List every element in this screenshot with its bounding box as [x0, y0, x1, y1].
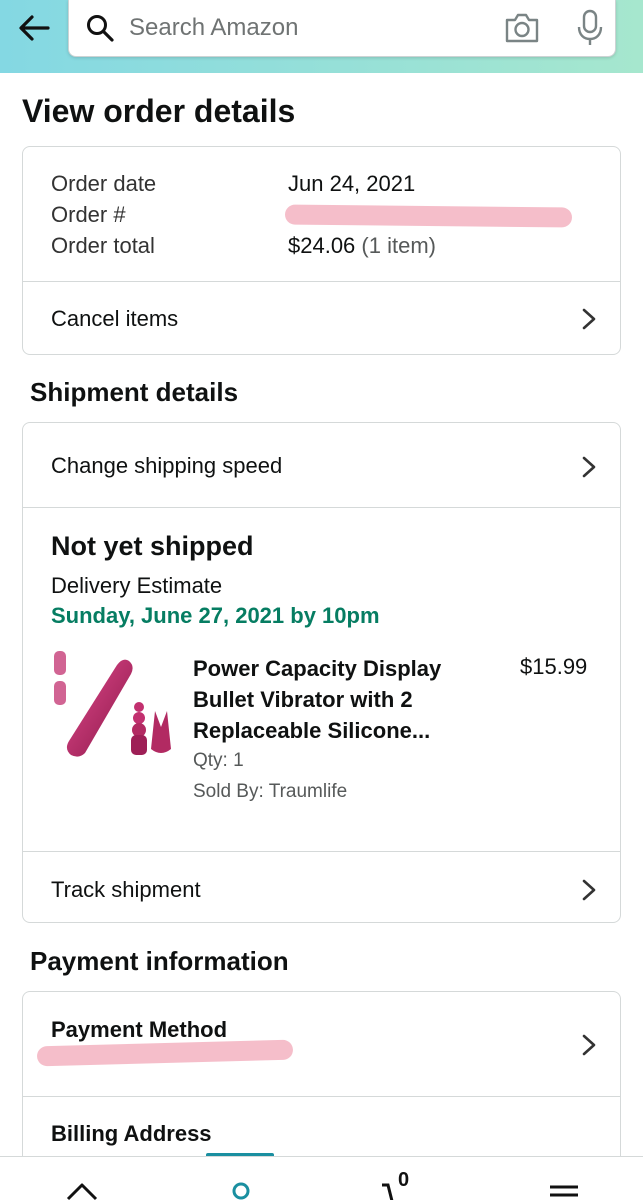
- cancel-items-label: Cancel items: [51, 306, 179, 331]
- shipment-card: Change shipping speed Not yet shipped De…: [22, 422, 621, 923]
- product-quantity: Qty: 1: [193, 750, 244, 771]
- back-arrow-icon: [19, 15, 50, 41]
- redaction-mark: [284, 204, 573, 228]
- top-bar: [0, 0, 643, 73]
- divider: [23, 507, 620, 508]
- payment-method-label: Payment Method: [51, 1017, 228, 1042]
- home-icon[interactable]: [64, 1179, 100, 1200]
- order-item-count: (1 item): [361, 233, 436, 258]
- search-input[interactable]: [129, 11, 489, 45]
- shipment-section-title: Shipment details: [30, 377, 239, 407]
- microphone-icon[interactable]: [574, 9, 606, 47]
- track-shipment-label: Track shipment: [51, 877, 201, 902]
- payment-card: Payment Method Billing Address: [22, 991, 621, 1171]
- camera-icon[interactable]: [503, 11, 541, 45]
- order-date-value: Jun 24, 2021: [288, 171, 416, 196]
- search-icon: [87, 15, 114, 42]
- payment-method-link[interactable]: Payment Method: [23, 992, 620, 1096]
- back-button[interactable]: [14, 8, 54, 48]
- order-summary-card: Order date Jun 24, 2021 Order # Order to…: [22, 146, 621, 355]
- product-price: $15.99: [520, 654, 588, 679]
- order-date-label: Order date: [51, 171, 157, 196]
- search-box[interactable]: [68, 0, 616, 57]
- order-total-label: Order total: [51, 233, 155, 258]
- chevron-right-icon: [582, 308, 596, 330]
- change-shipping-speed-link[interactable]: Change shipping speed: [23, 423, 620, 495]
- account-icon[interactable]: [226, 1179, 256, 1200]
- change-shipping-speed-label: Change shipping speed: [51, 453, 283, 478]
- delivery-estimate-date: Sunday, June 27, 2021 by 10pm: [51, 603, 380, 628]
- chevron-right-icon: [582, 1034, 596, 1056]
- cancel-items-link[interactable]: Cancel items: [23, 282, 620, 354]
- bottom-nav: 0: [0, 1156, 643, 1200]
- product-seller: Sold By: Traumlife: [193, 781, 348, 802]
- billing-address-label: Billing Address: [51, 1121, 212, 1146]
- cart-icon[interactable]: 0: [380, 1169, 430, 1200]
- chevron-right-icon: [582, 456, 596, 478]
- redaction-mark: [36, 1039, 294, 1067]
- track-shipment-link[interactable]: Track shipment: [23, 852, 620, 924]
- order-total-value: $24.06 (1 item): [288, 233, 436, 259]
- order-number-label: Order #: [51, 202, 126, 227]
- divider: [23, 1096, 620, 1097]
- payment-section-title: Payment information: [30, 946, 289, 976]
- cart-count: 0: [398, 1169, 410, 1191]
- menu-icon[interactable]: [548, 1179, 580, 1200]
- shipping-status: Not yet shipped: [51, 531, 254, 561]
- delivery-estimate-label: Delivery Estimate: [51, 573, 223, 598]
- product-title[interactable]: Power Capacity Display Bullet Vibrator w…: [193, 653, 493, 746]
- chevron-right-icon: [582, 879, 596, 901]
- order-total-amount: $24.06: [288, 233, 356, 258]
- page-title: View order details: [22, 93, 296, 129]
- product-image[interactable]: [51, 649, 176, 761]
